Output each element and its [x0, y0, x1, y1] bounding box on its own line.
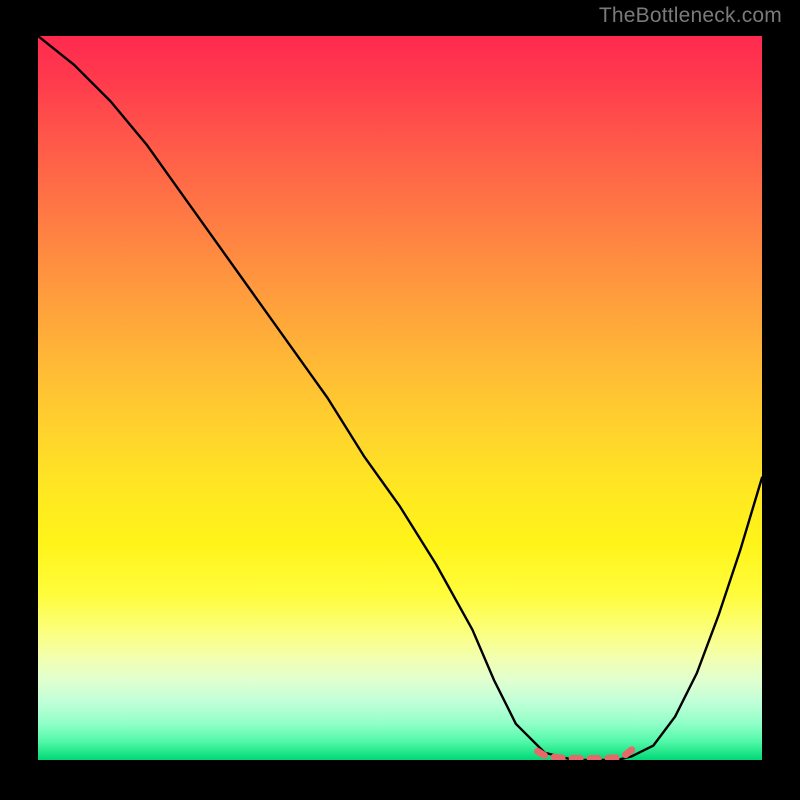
bottleneck-curve-line	[38, 36, 762, 760]
attribution-text: TheBottleneck.com	[599, 4, 782, 28]
chart-plot-area	[38, 36, 762, 760]
chart-svg	[38, 36, 762, 760]
